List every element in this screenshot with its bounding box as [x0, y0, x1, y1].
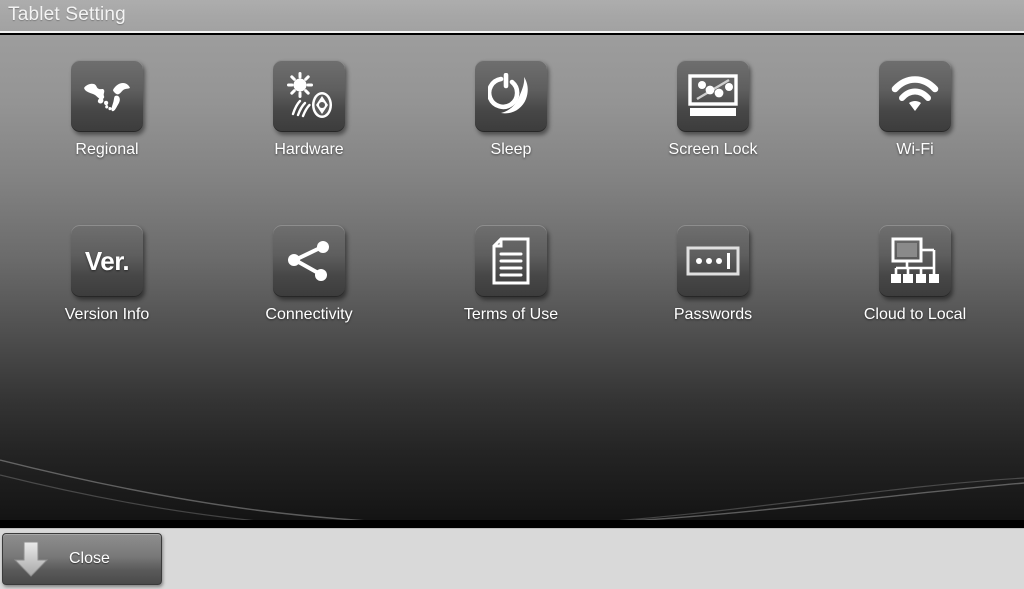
sleep-tile[interactable]	[475, 60, 547, 132]
setting-item-terms-of-use[interactable]: Terms of Use	[409, 225, 613, 324]
screen-lock-pattern-icon	[688, 74, 738, 116]
close-button[interactable]: Close	[2, 533, 162, 585]
regional-tile[interactable]	[71, 60, 143, 132]
share-nodes-icon	[288, 241, 329, 281]
setting-item-screen-lock[interactable]: Screen Lock	[611, 60, 815, 159]
taskbar: Close	[0, 528, 1024, 589]
terms-of-use-tile[interactable]	[475, 225, 547, 297]
power-moon-icon	[488, 73, 528, 114]
setting-item-hardware[interactable]: Hardware	[207, 60, 411, 159]
world-map-icon	[84, 83, 130, 112]
screen-lock-tile[interactable]	[677, 60, 749, 132]
setting-item-version-info[interactable]: Ver. Version Info	[5, 225, 209, 324]
setting-label: Terms of Use	[463, 306, 559, 323]
setting-label: Hardware	[274, 141, 344, 158]
setting-label: Screen Lock	[668, 141, 758, 158]
settings-desktop: Regional Hardware Sleep Screen Lock Wi-F…	[0, 35, 1024, 520]
setting-item-connectivity[interactable]: Connectivity	[207, 225, 411, 324]
brightness-sound-icon	[287, 72, 332, 118]
cloud-to-local-tile[interactable]	[879, 225, 951, 297]
wifi-tile[interactable]	[879, 60, 951, 132]
setting-item-wifi[interactable]: Wi-Fi	[813, 60, 1017, 159]
monitor-network-tree-icon	[891, 237, 939, 283]
window-titlebar: Tablet Setting	[0, 0, 1024, 33]
password-field-icon	[686, 246, 740, 276]
setting-label: Regional	[75, 141, 139, 158]
setting-label: Sleep	[490, 141, 532, 158]
down-arrow-icon	[3, 539, 59, 579]
wifi-icon	[891, 76, 939, 111]
setting-item-cloud-to-local[interactable]: Cloud to Local	[813, 225, 1017, 324]
setting-label: Connectivity	[265, 306, 353, 323]
window-title: Tablet Setting	[8, 4, 126, 25]
setting-label: Passwords	[673, 306, 753, 323]
tablet-settings-screen: Tablet Setting Regional Hardware Sleep S…	[0, 0, 1024, 589]
close-button-label: Close	[69, 550, 110, 567]
settings-icon-grid: Regional Hardware Sleep Screen Lock Wi-F…	[0, 35, 1024, 520]
connectivity-tile[interactable]	[273, 225, 345, 297]
passwords-tile[interactable]	[677, 225, 749, 297]
hardware-tile[interactable]	[273, 60, 345, 132]
setting-item-regional[interactable]: Regional	[5, 60, 209, 159]
setting-item-sleep[interactable]: Sleep	[409, 60, 613, 159]
setting-item-passwords[interactable]: Passwords	[611, 225, 815, 324]
version-text-icon: Ver.	[84, 245, 130, 276]
setting-label: Version Info	[64, 306, 150, 323]
document-lines-icon	[492, 237, 530, 285]
version-info-tile[interactable]: Ver.	[71, 225, 143, 297]
setting-label: Cloud to Local	[863, 306, 967, 323]
setting-label: Wi-Fi	[896, 141, 934, 158]
